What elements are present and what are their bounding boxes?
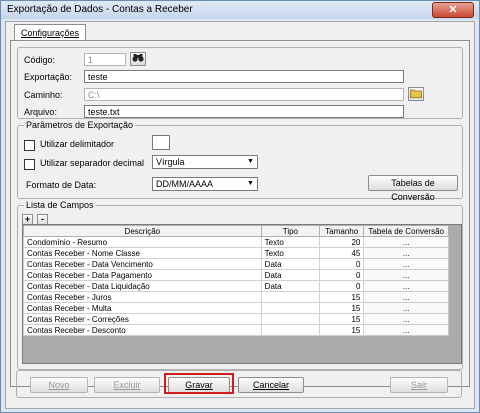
cell-tipo[interactable] bbox=[260, 302, 321, 314]
formato-data-label: Formato de Data: bbox=[26, 180, 97, 190]
table-row[interactable]: Contas Receber - Correções 15 ... bbox=[23, 313, 449, 325]
cell-tamanho[interactable]: 15 bbox=[319, 313, 365, 325]
table-row[interactable]: Contas Receber - Data Liquidação Data 0 … bbox=[23, 280, 449, 292]
gravar-highlight-box bbox=[164, 373, 234, 394]
campos-table: Descrição Tipo Tamanho Tabela de Convers… bbox=[23, 225, 449, 336]
cell-tamanho[interactable]: 0 bbox=[319, 269, 365, 281]
delimitador-checkbox[interactable] bbox=[24, 140, 35, 151]
cell-tipo[interactable]: Data bbox=[260, 269, 321, 281]
arquivo-field[interactable]: teste.txt bbox=[84, 105, 404, 118]
cancelar-label: Cancelar bbox=[252, 380, 290, 390]
cell-tipo[interactable]: Data bbox=[260, 280, 321, 292]
export-window: Exportação de Dados - Contas a Receber ✕… bbox=[0, 0, 480, 413]
cell-tamanho[interactable]: 15 bbox=[319, 291, 365, 303]
cell-conversao-button[interactable]: ... bbox=[363, 324, 449, 336]
cell-tipo[interactable]: Texto bbox=[260, 236, 321, 248]
close-button[interactable]: ✕ bbox=[432, 2, 474, 18]
exportacao-field[interactable]: teste bbox=[84, 70, 404, 83]
cell-tamanho[interactable]: 0 bbox=[319, 280, 365, 292]
cell-descricao[interactable]: Contas Receber - Data Vencimento bbox=[23, 258, 262, 270]
export-params-group: Parâmetros de Exportação Utilizar delimi… bbox=[17, 120, 463, 202]
cell-conversao-button[interactable]: ... bbox=[363, 236, 449, 248]
cell-tamanho[interactable]: 15 bbox=[319, 302, 365, 314]
cell-tamanho[interactable]: 0 bbox=[319, 258, 365, 270]
plus-icon: + bbox=[24, 214, 31, 224]
table-header-row: Descrição Tipo Tamanho Tabela de Convers… bbox=[23, 225, 449, 237]
client-area: Configurações Código: 1 Exportação: test… bbox=[5, 21, 475, 409]
table-row[interactable]: Condomínio - Resumo Texto 20 ... bbox=[23, 236, 449, 248]
search-code-button[interactable] bbox=[130, 52, 146, 66]
cell-conversao-button[interactable]: ... bbox=[363, 280, 449, 292]
cell-tipo[interactable]: Texto bbox=[260, 247, 321, 259]
arquivo-label: Arquivo: bbox=[24, 107, 58, 117]
table-row[interactable]: Contas Receber - Nome Classe Texto 45 ..… bbox=[23, 247, 449, 259]
binoculars-icon bbox=[132, 54, 144, 62]
col-tabela-conversao[interactable]: Tabela de Conversão bbox=[363, 225, 449, 237]
minus-icon: - bbox=[41, 214, 44, 224]
chevron-down-icon: ▼ bbox=[247, 158, 254, 165]
table-row[interactable]: Contas Receber - Data Pagamento Data 0 .… bbox=[23, 269, 449, 281]
cell-conversao-button[interactable]: ... bbox=[363, 258, 449, 270]
cell-tipo[interactable] bbox=[260, 313, 321, 325]
col-tipo[interactable]: Tipo bbox=[260, 225, 321, 237]
cell-tipo[interactable] bbox=[260, 291, 321, 303]
codigo-label: Código: bbox=[24, 55, 56, 65]
window-title: Exportação de Dados - Contas a Receber bbox=[7, 4, 193, 15]
cell-tamanho[interactable]: 45 bbox=[319, 247, 365, 259]
codigo-field[interactable]: 1 bbox=[84, 53, 126, 66]
table-row[interactable]: Contas Receber - Data Vencimento Data 0 … bbox=[23, 258, 449, 270]
table-row[interactable]: Contas Receber - Juros 15 ... bbox=[23, 291, 449, 303]
col-descricao[interactable]: Descrição bbox=[23, 225, 262, 237]
cell-tipo[interactable]: Data bbox=[260, 258, 321, 270]
cell-descricao[interactable]: Contas Receber - Correções bbox=[23, 313, 262, 325]
folder-icon bbox=[410, 89, 422, 98]
chevron-down-icon: ▼ bbox=[247, 180, 254, 187]
cell-conversao-button[interactable]: ... bbox=[363, 247, 449, 259]
cell-descricao[interactable]: Contas Receber - Desconto bbox=[23, 324, 262, 336]
general-group: Código: 1 Exportação: teste Caminho: C:\ bbox=[17, 47, 463, 119]
title-bar: Exportação de Dados - Contas a Receber ✕ bbox=[1, 1, 479, 19]
cell-tamanho[interactable]: 20 bbox=[319, 236, 365, 248]
caminho-label: Caminho: bbox=[24, 90, 63, 100]
novo-label: Novo bbox=[48, 380, 70, 390]
close-icon: ✕ bbox=[448, 4, 458, 16]
formato-data-value: DD/MM/AAAA bbox=[156, 179, 214, 189]
cell-tipo[interactable] bbox=[260, 324, 321, 336]
campos-title: Lista de Campos bbox=[24, 200, 96, 210]
cancelar-button[interactable]: Cancelar bbox=[238, 377, 304, 393]
col-tamanho[interactable]: Tamanho bbox=[319, 225, 365, 237]
delimitador-label[interactable]: Utilizar delimitador bbox=[40, 139, 114, 149]
cell-conversao-button[interactable]: ... bbox=[363, 291, 449, 303]
excluir-label: Excluir bbox=[113, 380, 141, 390]
export-params-title: Parâmetros de Exportação bbox=[24, 120, 136, 130]
exportacao-label: Exportação: bbox=[24, 72, 73, 82]
cell-tamanho[interactable]: 15 bbox=[319, 324, 365, 336]
cell-conversao-button[interactable]: ... bbox=[363, 269, 449, 281]
campos-grid[interactable]: Descrição Tipo Tamanho Tabela de Convers… bbox=[22, 224, 462, 364]
tabelas-conversao-button[interactable]: Tabelas de Conversão bbox=[368, 175, 458, 202]
novo-button[interactable]: Novo bbox=[30, 377, 88, 393]
cell-descricao[interactable]: Contas Receber - Juros bbox=[23, 291, 262, 303]
cell-descricao[interactable]: Condomínio - Resumo bbox=[23, 236, 262, 248]
cell-conversao-button[interactable]: ... bbox=[363, 302, 449, 314]
sair-button[interactable]: Sair bbox=[390, 377, 448, 393]
sair-label: Sair bbox=[410, 380, 427, 390]
separador-label[interactable]: Utilizar separador decimal bbox=[40, 158, 144, 168]
cell-descricao[interactable]: Contas Receber - Multa bbox=[23, 302, 262, 314]
excluir-button[interactable]: Excluir bbox=[94, 377, 160, 393]
table-row[interactable]: Contas Receber - Multa 15 ... bbox=[23, 302, 449, 314]
separador-value: Vírgula bbox=[156, 157, 185, 167]
cell-descricao[interactable]: Contas Receber - Data Liquidação bbox=[23, 280, 262, 292]
table-row[interactable]: Contas Receber - Desconto 15 ... bbox=[23, 324, 449, 336]
delimitador-field[interactable] bbox=[152, 135, 170, 150]
cell-descricao[interactable]: Contas Receber - Data Pagamento bbox=[23, 269, 262, 281]
caminho-field[interactable]: C:\ bbox=[84, 88, 404, 101]
separador-select[interactable]: Vírgula ▼ bbox=[152, 155, 258, 169]
cell-conversao-button[interactable]: ... bbox=[363, 313, 449, 325]
browse-folder-button[interactable] bbox=[408, 87, 424, 101]
tab-configuracoes[interactable]: Configurações bbox=[14, 24, 87, 41]
cell-descricao[interactable]: Contas Receber - Nome Classe bbox=[23, 247, 262, 259]
formato-data-select[interactable]: DD/MM/AAAA ▼ bbox=[152, 177, 258, 191]
separador-checkbox[interactable] bbox=[24, 159, 35, 170]
